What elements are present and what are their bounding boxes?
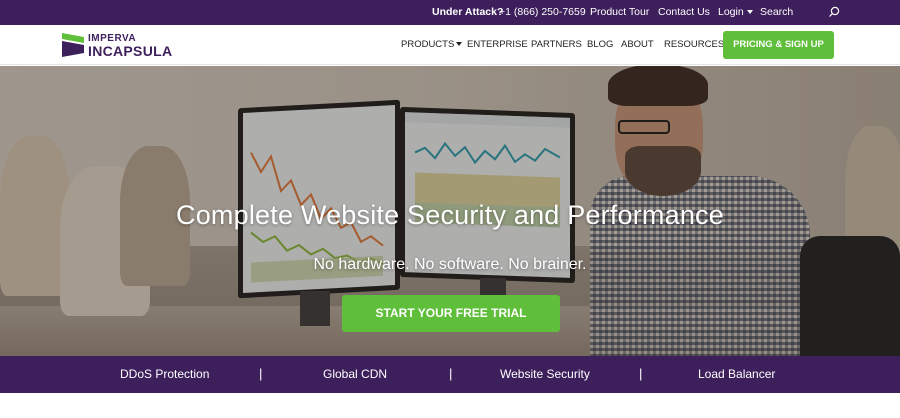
- service-separator: |: [259, 366, 263, 381]
- service-global-cdn[interactable]: Global CDN: [323, 367, 387, 381]
- nav-enterprise[interactable]: ENTERPRISE: [467, 39, 528, 51]
- nav-blog[interactable]: BLOG: [587, 39, 613, 51]
- incapsula-logo[interactable]: IMPERVA INCAPSULA: [60, 31, 200, 61]
- search-input[interactable]: Search: [760, 4, 842, 21]
- phone-number[interactable]: +1 (866) 250-7659: [499, 6, 586, 19]
- service-load-balancer[interactable]: Load Balancer: [698, 367, 775, 381]
- login-label: Login: [718, 6, 744, 18]
- below-fold-area: [0, 393, 900, 418]
- login-menu[interactable]: Login: [718, 6, 753, 19]
- start-free-trial-button[interactable]: START YOUR FREE TRIAL: [342, 295, 560, 332]
- chevron-down-icon: [746, 10, 753, 15]
- nav-resources[interactable]: RESOURCES: [664, 39, 724, 51]
- top-utility-bar: Under Attack? +1 (866) 250-7659 Product …: [0, 0, 900, 25]
- search-icon[interactable]: [828, 6, 840, 18]
- service-separator: |: [449, 366, 453, 381]
- service-separator: |: [639, 366, 643, 381]
- nav-products[interactable]: PRODUCTS: [401, 39, 463, 51]
- main-navigation: IMPERVA INCAPSULA PRODUCTS ENTERPRISE PA…: [0, 25, 900, 65]
- service-website-security[interactable]: Website Security: [500, 367, 590, 381]
- hero-subtitle: No hardware. No software. No brainer.: [313, 256, 587, 273]
- under-attack-link[interactable]: Under Attack?: [432, 6, 503, 19]
- logo-line2: INCAPSULA: [88, 43, 173, 59]
- nav-about[interactable]: ABOUT: [621, 39, 654, 51]
- pricing-signup-button[interactable]: PRICING & SIGN UP: [723, 31, 834, 59]
- nav-products-label: PRODUCTS: [401, 39, 455, 50]
- product-tour-link[interactable]: Product Tour: [590, 6, 649, 19]
- search-placeholder: Search: [760, 6, 794, 18]
- nav-partners[interactable]: PARTNERS: [531, 39, 582, 51]
- chevron-down-icon: [456, 42, 463, 47]
- services-bar: DDoS Protection | Global CDN | Website S…: [0, 356, 900, 393]
- hero-banner: Complete Website Security and Performanc…: [0, 66, 900, 356]
- service-ddos-protection[interactable]: DDoS Protection: [120, 367, 209, 381]
- contact-us-link[interactable]: Contact Us: [658, 6, 710, 19]
- logo-mark-icon: [62, 33, 84, 57]
- hero-title: Complete Website Security and Performanc…: [176, 200, 724, 230]
